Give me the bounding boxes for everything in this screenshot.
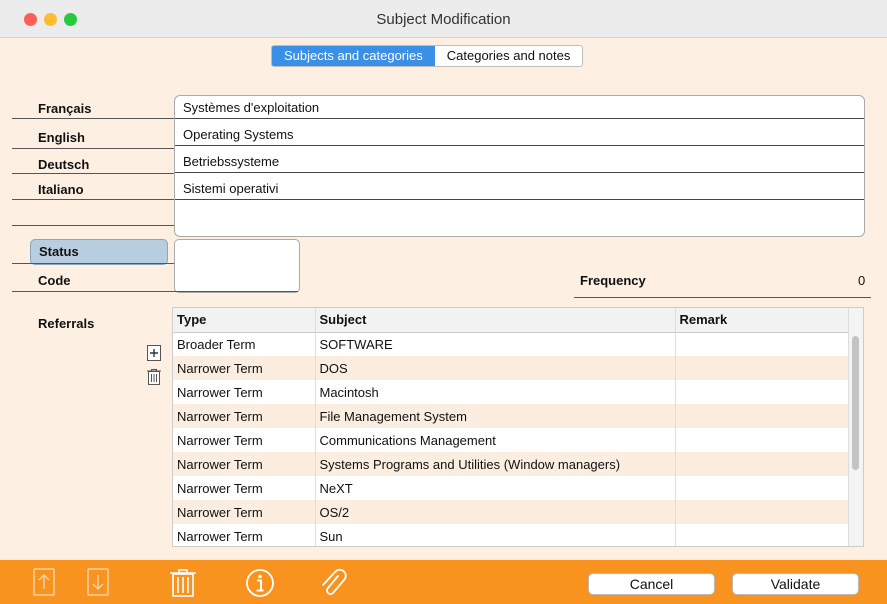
trash-icon[interactable] <box>168 568 198 597</box>
cell-subject: DOS <box>315 356 676 380</box>
status-label: Status <box>30 239 168 265</box>
table-header-row: Type Subject Remark <box>173 308 850 333</box>
validate-button[interactable]: Validate <box>732 573 859 595</box>
trash-icon[interactable] <box>146 368 162 386</box>
bottom-toolbar: Cancel Validate <box>0 560 887 604</box>
cell-remark[interactable] <box>675 404 850 428</box>
cell-remark[interactable] <box>675 476 850 500</box>
cell-subject: Systems Programs and Utilities (Window m… <box>315 452 676 476</box>
tab-categories-and-notes[interactable]: Categories and notes <box>434 46 583 66</box>
window-title: Subject Modification <box>376 11 511 28</box>
title-bar: Subject Modification <box>0 0 887 38</box>
cell-remark[interactable] <box>675 524 850 546</box>
table-row[interactable]: Narrower Term Systems Programs and Utilit… <box>173 452 850 476</box>
table-row[interactable]: Narrower Term Sun <box>173 524 850 546</box>
cell-subject: File Management System <box>315 404 676 428</box>
referrals-label: Referrals <box>38 316 95 331</box>
move-up-icon[interactable] <box>33 568 55 596</box>
info-icon[interactable] <box>245 568 275 597</box>
cell-type: Narrower Term <box>173 524 316 546</box>
cell-subject: Sun <box>315 524 676 546</box>
scrollbar-thumb[interactable] <box>852 336 859 470</box>
table-row[interactable]: Narrower Term OS/2 <box>173 500 850 524</box>
field-english[interactable]: Operating Systems <box>175 123 864 146</box>
segmented-tabs: Subjects and categories Categories and n… <box>271 45 584 67</box>
field-francais[interactable]: Systèmes d'exploitation <box>175 96 864 119</box>
cell-remark[interactable] <box>675 428 850 452</box>
cell-subject: Communications Management <box>315 428 676 452</box>
cell-type: Narrower Term <box>173 452 316 476</box>
cell-type: Narrower Term <box>173 380 316 404</box>
cancel-button[interactable]: Cancel <box>588 573 715 595</box>
table-scrollbar[interactable] <box>848 308 863 546</box>
label-english: English <box>38 130 85 145</box>
cell-remark[interactable] <box>675 500 850 524</box>
cell-subject: SOFTWARE <box>315 332 676 356</box>
table-row[interactable]: Narrower Term Macintosh <box>173 380 850 404</box>
cell-remark[interactable] <box>675 452 850 476</box>
cell-type: Narrower Term <box>173 428 316 452</box>
tab-subjects-and-categories[interactable]: Subjects and categories <box>272 46 435 66</box>
paperclip-icon[interactable] <box>318 568 348 596</box>
code-label: Code <box>38 273 71 288</box>
tab-strip: Subjects and categories Categories and n… <box>0 38 887 70</box>
cell-subject: NeXT <box>315 476 676 500</box>
translations-box: Systèmes d'exploitation Operating System… <box>174 95 865 237</box>
cell-subject: OS/2 <box>315 500 676 524</box>
form-panel: Français English Deutsch Italiano Systèm… <box>0 70 887 560</box>
cell-type: Narrower Term <box>173 404 316 428</box>
label-francais: Français <box>38 101 92 116</box>
cell-remark[interactable] <box>675 332 850 356</box>
divider <box>12 225 174 226</box>
divider <box>574 297 871 298</box>
frequency-value: 0 <box>858 273 866 288</box>
label-italiano: Italiano <box>38 182 84 197</box>
column-header-type[interactable]: Type <box>173 308 316 333</box>
divider <box>12 199 174 200</box>
field-deutsch[interactable]: Betriebssysteme <box>175 150 864 173</box>
add-icon[interactable] <box>146 344 162 362</box>
cell-type: Narrower Term <box>173 500 316 524</box>
table-row[interactable]: Broader Term SOFTWARE <box>173 332 850 356</box>
cell-remark[interactable] <box>675 356 850 380</box>
column-header-remark[interactable]: Remark <box>675 308 850 333</box>
cell-subject: Macintosh <box>315 380 676 404</box>
cell-type: Narrower Term <box>173 356 316 380</box>
table-row[interactable]: Narrower Term File Management System <box>173 404 850 428</box>
cell-type: Broader Term <box>173 332 316 356</box>
referrals-table: Type Subject Remark Broader Term SOFTWARE… <box>172 307 864 547</box>
divider <box>12 148 174 149</box>
table-row[interactable]: Narrower Term DOS <box>173 356 850 380</box>
table-row[interactable]: Narrower Term NeXT <box>173 476 850 500</box>
field-extra-language[interactable] <box>175 204 864 227</box>
column-header-subject[interactable]: Subject <box>315 308 676 333</box>
table-row[interactable]: Narrower Term Communications Management <box>173 428 850 452</box>
divider <box>12 118 174 119</box>
cell-remark[interactable] <box>675 380 850 404</box>
divider <box>12 173 174 174</box>
field-italiano[interactable]: Sistemi operativi <box>175 177 864 200</box>
label-deutsch: Deutsch <box>38 157 90 172</box>
divider <box>12 291 298 292</box>
move-down-icon[interactable] <box>87 568 109 596</box>
frequency-label: Frequency <box>580 273 646 288</box>
status-code-box[interactable] <box>174 239 300 293</box>
cell-type: Narrower Term <box>173 476 316 500</box>
